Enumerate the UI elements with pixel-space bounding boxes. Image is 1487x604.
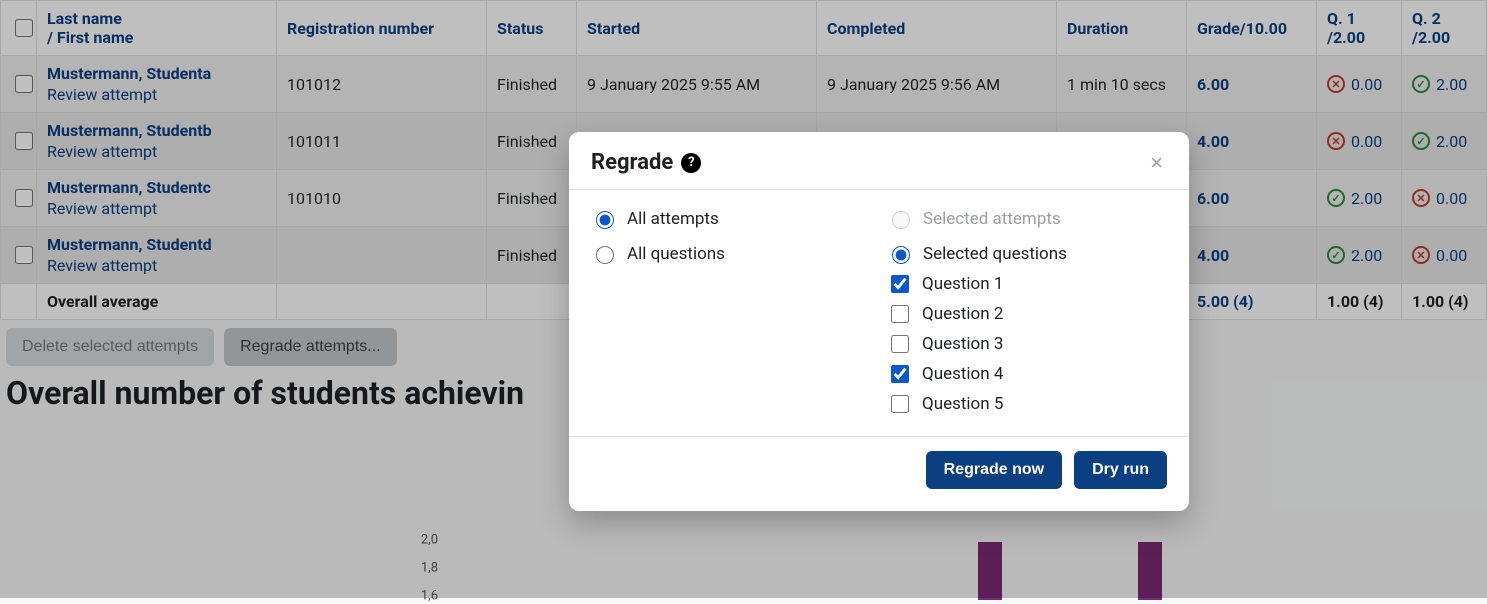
radio-selected-questions[interactable] (892, 246, 910, 264)
question-option[interactable]: Question 4 (887, 362, 1167, 386)
modal-title: Regrade (591, 150, 673, 175)
question-checkbox[interactable] (891, 275, 909, 293)
regrade-modal: Regrade ? × All attempts Selected attemp… (569, 132, 1189, 511)
opt-selected-attempts: Selected attempts (887, 208, 1167, 229)
question-option[interactable]: Question 3 (887, 332, 1167, 356)
radio-selected-attempts (892, 211, 910, 229)
regrade-now-button[interactable]: Regrade now (926, 451, 1062, 489)
opt-all-attempts[interactable]: All attempts (591, 208, 871, 229)
radio-all-attempts[interactable] (596, 211, 614, 229)
question-checkbox[interactable] (891, 305, 909, 323)
question-checkbox[interactable] (891, 335, 909, 353)
close-icon[interactable]: × (1146, 152, 1167, 174)
question-option[interactable]: Question 5 (887, 392, 1167, 416)
question-option[interactable]: Question 1 (887, 272, 1167, 296)
question-option[interactable]: Question 2 (887, 302, 1167, 326)
help-icon[interactable]: ? (681, 153, 701, 173)
dry-run-button[interactable]: Dry run (1074, 451, 1167, 489)
opt-selected-questions[interactable]: Selected questions (887, 243, 1167, 264)
question-checkbox[interactable] (891, 395, 909, 413)
radio-all-questions[interactable] (596, 246, 614, 264)
question-checkbox[interactable] (891, 365, 909, 383)
opt-all-questions[interactable]: All questions (591, 243, 871, 264)
